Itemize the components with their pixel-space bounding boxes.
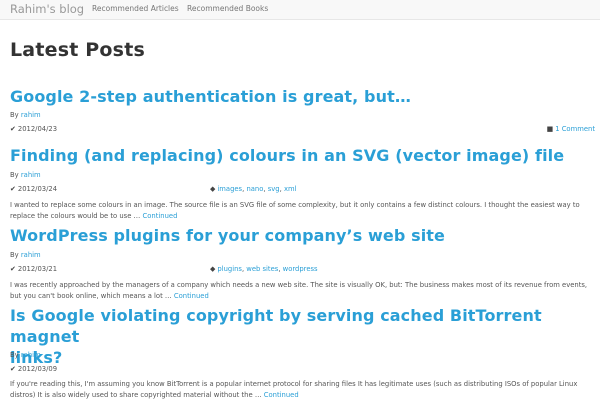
post-tags: ◆ plugins, web sites, wordpress	[210, 265, 318, 273]
post-byline: By rahim	[10, 251, 41, 259]
excerpt-line: If you're reading this, I'm assuming you…	[10, 380, 578, 388]
excerpt-line: I was recently approached by the manager…	[10, 281, 588, 289]
date-text: 2012/03/09	[17, 365, 58, 373]
author-link[interactable]: rahim	[21, 111, 41, 119]
comments-link[interactable]: 1 Comment	[555, 125, 595, 133]
nav-recommended-articles[interactable]: Recommended Articles	[92, 4, 179, 13]
continued-link[interactable]: Continued	[264, 391, 299, 399]
page-title: Latest Posts	[10, 39, 145, 61]
author-link[interactable]: rahim	[21, 171, 41, 179]
clock-icon: ✔	[10, 365, 16, 373]
post-date: ✔ 2012/03/21	[10, 265, 57, 273]
date-text: 2012/03/21	[17, 265, 58, 273]
excerpt-line: distros) It is also widely used to share…	[10, 391, 264, 399]
post-title[interactable]: Finding (and replacing) colours in an SV…	[10, 145, 595, 166]
tag-icon: ◆	[210, 265, 216, 273]
post-excerpt: I wanted to replace some colours in an i…	[10, 200, 595, 222]
byline-prefix: By	[10, 251, 19, 259]
clock-icon: ✔	[10, 265, 16, 273]
tag-link[interactable]: web sites	[246, 265, 278, 273]
post-excerpt: If you're reading this, I'm assuming you…	[10, 379, 595, 400]
post-item: Google 2-step authentication is great, b…	[10, 86, 595, 136]
post-byline: By rahim	[10, 111, 41, 119]
top-navbar: Rahim's blog Recommended Articles Recomm…	[0, 0, 600, 20]
nav-recommended-books[interactable]: Recommended Books	[187, 4, 268, 13]
continued-link[interactable]: Continued	[143, 212, 178, 220]
excerpt-line: replace the colours would be to use …	[10, 212, 143, 220]
post-excerpt: I was recently approached by the manager…	[10, 280, 595, 302]
post-date: ✔ 2012/03/09	[10, 365, 57, 373]
byline-prefix: By	[10, 111, 19, 119]
post-title[interactable]: WordPress plugins for your company’s web…	[10, 225, 595, 246]
post-title[interactable]: Google 2-step authentication is great, b…	[10, 86, 595, 107]
tag-link[interactable]: xml	[284, 185, 297, 193]
post-item: WordPress plugins for your company’s web…	[10, 225, 595, 305]
post-byline: By rahim	[10, 171, 41, 179]
author-link[interactable]: rahim	[21, 351, 41, 359]
clock-icon: ✔	[10, 185, 16, 193]
post-date: ✔ 2012/04/23	[10, 125, 57, 133]
post-item: Finding (and replacing) colours in an SV…	[10, 145, 595, 225]
post-comments: ■ 1 Comment	[547, 125, 595, 133]
site-brand[interactable]: Rahim's blog	[10, 2, 84, 16]
tag-link[interactable]: plugins	[217, 265, 242, 273]
post-tags: ◆ images, nano, svg, xml	[210, 185, 297, 193]
author-link[interactable]: rahim	[21, 251, 41, 259]
byline-prefix: By	[10, 171, 19, 179]
date-text: 2012/03/24	[17, 185, 58, 193]
clock-icon: ✔	[10, 125, 16, 133]
post-byline: By rahim	[10, 351, 41, 359]
post-title[interactable]: Is Google violating copyright by serving…	[10, 305, 595, 368]
tag-link[interactable]: wordpress	[283, 265, 318, 273]
tag-link[interactable]: svg	[268, 185, 280, 193]
post-item: Is Google violating copyright by serving…	[10, 305, 595, 400]
date-text: 2012/04/23	[17, 125, 58, 133]
byline-prefix: By	[10, 351, 19, 359]
title-line: Is Google violating copyright by serving…	[10, 306, 542, 346]
post-date: ✔ 2012/03/24	[10, 185, 57, 193]
tag-icon: ◆	[210, 185, 216, 193]
tag-link[interactable]: nano	[246, 185, 263, 193]
excerpt-line: but you can't book online, which means a…	[10, 292, 174, 300]
comment-icon: ■	[546, 125, 554, 133]
excerpt-line: I wanted to replace some colours in an i…	[10, 201, 580, 209]
continued-link[interactable]: Continued	[174, 292, 209, 300]
tag-link[interactable]: images	[217, 185, 242, 193]
